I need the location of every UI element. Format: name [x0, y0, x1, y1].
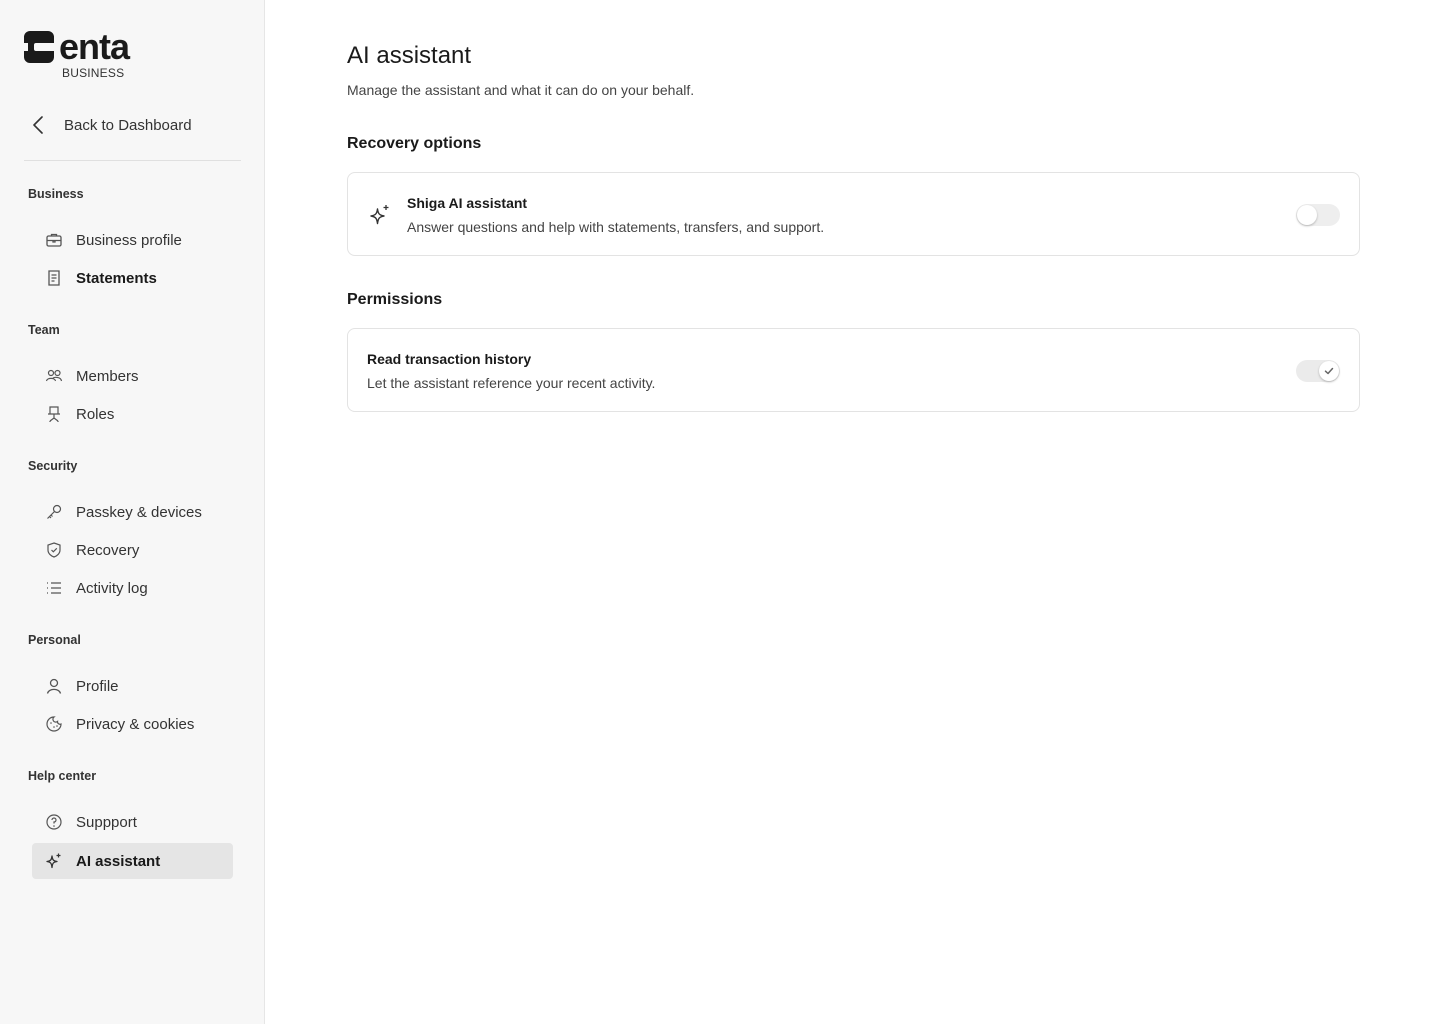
- check-icon: [1324, 367, 1334, 375]
- sidebar-item-label: Business profile: [76, 231, 182, 249]
- sidebar-item-members[interactable]: Members: [32, 358, 233, 394]
- sidebar-divider: [24, 160, 241, 161]
- page-subtitle: Manage the assistant and what it can do …: [347, 82, 695, 98]
- sparkles-icon: [370, 205, 389, 225]
- sidebar-item-profile[interactable]: Profile: [32, 668, 233, 704]
- assistant-description: Answer questions and help with statement…: [407, 219, 825, 235]
- briefcase-icon: [32, 231, 76, 249]
- read-transaction-history-toggle[interactable]: [1296, 360, 1340, 382]
- sparkles-icon: [32, 852, 76, 870]
- sidebar-item-passkey-devices[interactable]: Passkey & devices: [32, 494, 233, 530]
- brand-subtitle: BUSINESS: [62, 66, 125, 80]
- document-icon: [32, 269, 76, 287]
- cookie-icon: [32, 715, 76, 733]
- list-icon: [32, 579, 76, 597]
- sidebar: enta BUSINESS Back to Dashboard Business…: [0, 0, 265, 1024]
- permission-title: Read transaction history: [367, 351, 532, 367]
- section-title-team: Team: [28, 323, 60, 337]
- recovery-options-heading: Recovery options: [347, 135, 482, 152]
- toggle-knob: [1319, 361, 1339, 381]
- assistant-toggle[interactable]: [1296, 204, 1340, 226]
- sidebar-item-label: Privacy & cookies: [76, 715, 195, 733]
- permission-card: Read transaction history Let the assista…: [347, 328, 1360, 412]
- sidebar-item-ai-assistant[interactable]: AI assistant: [32, 843, 233, 879]
- brand-name: enta: [59, 26, 130, 67]
- key-icon: [32, 503, 76, 521]
- sidebar-item-support[interactable]: Suppport: [32, 804, 233, 840]
- section-title-security: Security: [28, 459, 78, 473]
- toggle-knob: [1297, 205, 1317, 225]
- page-title: AI assistant: [347, 42, 472, 69]
- sidebar-item-label: Suppport: [76, 813, 137, 831]
- chevron-left-icon: [24, 110, 54, 140]
- sidebar-item-privacy-cookies[interactable]: Privacy & cookies: [32, 706, 233, 742]
- sidebar-item-roles[interactable]: Roles: [32, 396, 233, 432]
- sidebar-item-business-profile[interactable]: Business profile: [32, 222, 233, 258]
- back-to-dashboard-label: Back to Dashboard: [64, 116, 192, 134]
- sidebar-item-label: Passkey & devices: [76, 503, 202, 521]
- user-icon: [32, 677, 76, 695]
- section-title-business: Business: [28, 187, 84, 201]
- sidebar-item-statements[interactable]: Statements: [32, 260, 233, 296]
- sidebar-item-recovery[interactable]: Recovery: [32, 532, 233, 568]
- users-icon: [32, 367, 76, 385]
- permissions-heading: Permissions: [347, 291, 443, 308]
- help-circle-icon: [32, 813, 76, 831]
- logo-mark-icon: [24, 31, 54, 63]
- sidebar-item-label: Recovery: [76, 541, 140, 559]
- back-to-dashboard-link[interactable]: Back to Dashboard: [24, 108, 192, 142]
- permission-description: Let the assistant reference your recent …: [367, 375, 656, 391]
- section-title-help-center: Help center: [28, 769, 97, 783]
- assistant-card: Shiga AI assistant Answer questions and …: [347, 172, 1360, 256]
- assistant-title: Shiga AI assistant: [407, 195, 528, 211]
- sidebar-item-label: Statements: [76, 269, 157, 287]
- sidebar-item-label: Roles: [76, 405, 115, 423]
- sidebar-item-label: Activity log: [76, 579, 148, 597]
- section-title-personal: Personal: [28, 633, 81, 647]
- sidebar-item-label: Profile: [76, 677, 119, 695]
- shield-check-icon: [32, 541, 76, 559]
- sidebar-item-label: Members: [76, 367, 139, 385]
- sidebar-item-label: AI assistant: [76, 852, 161, 870]
- sidebar-item-activity-log[interactable]: Activity log: [32, 570, 233, 606]
- brand-logo[interactable]: enta BUSINESS: [24, 26, 130, 80]
- chair-icon: [32, 405, 76, 423]
